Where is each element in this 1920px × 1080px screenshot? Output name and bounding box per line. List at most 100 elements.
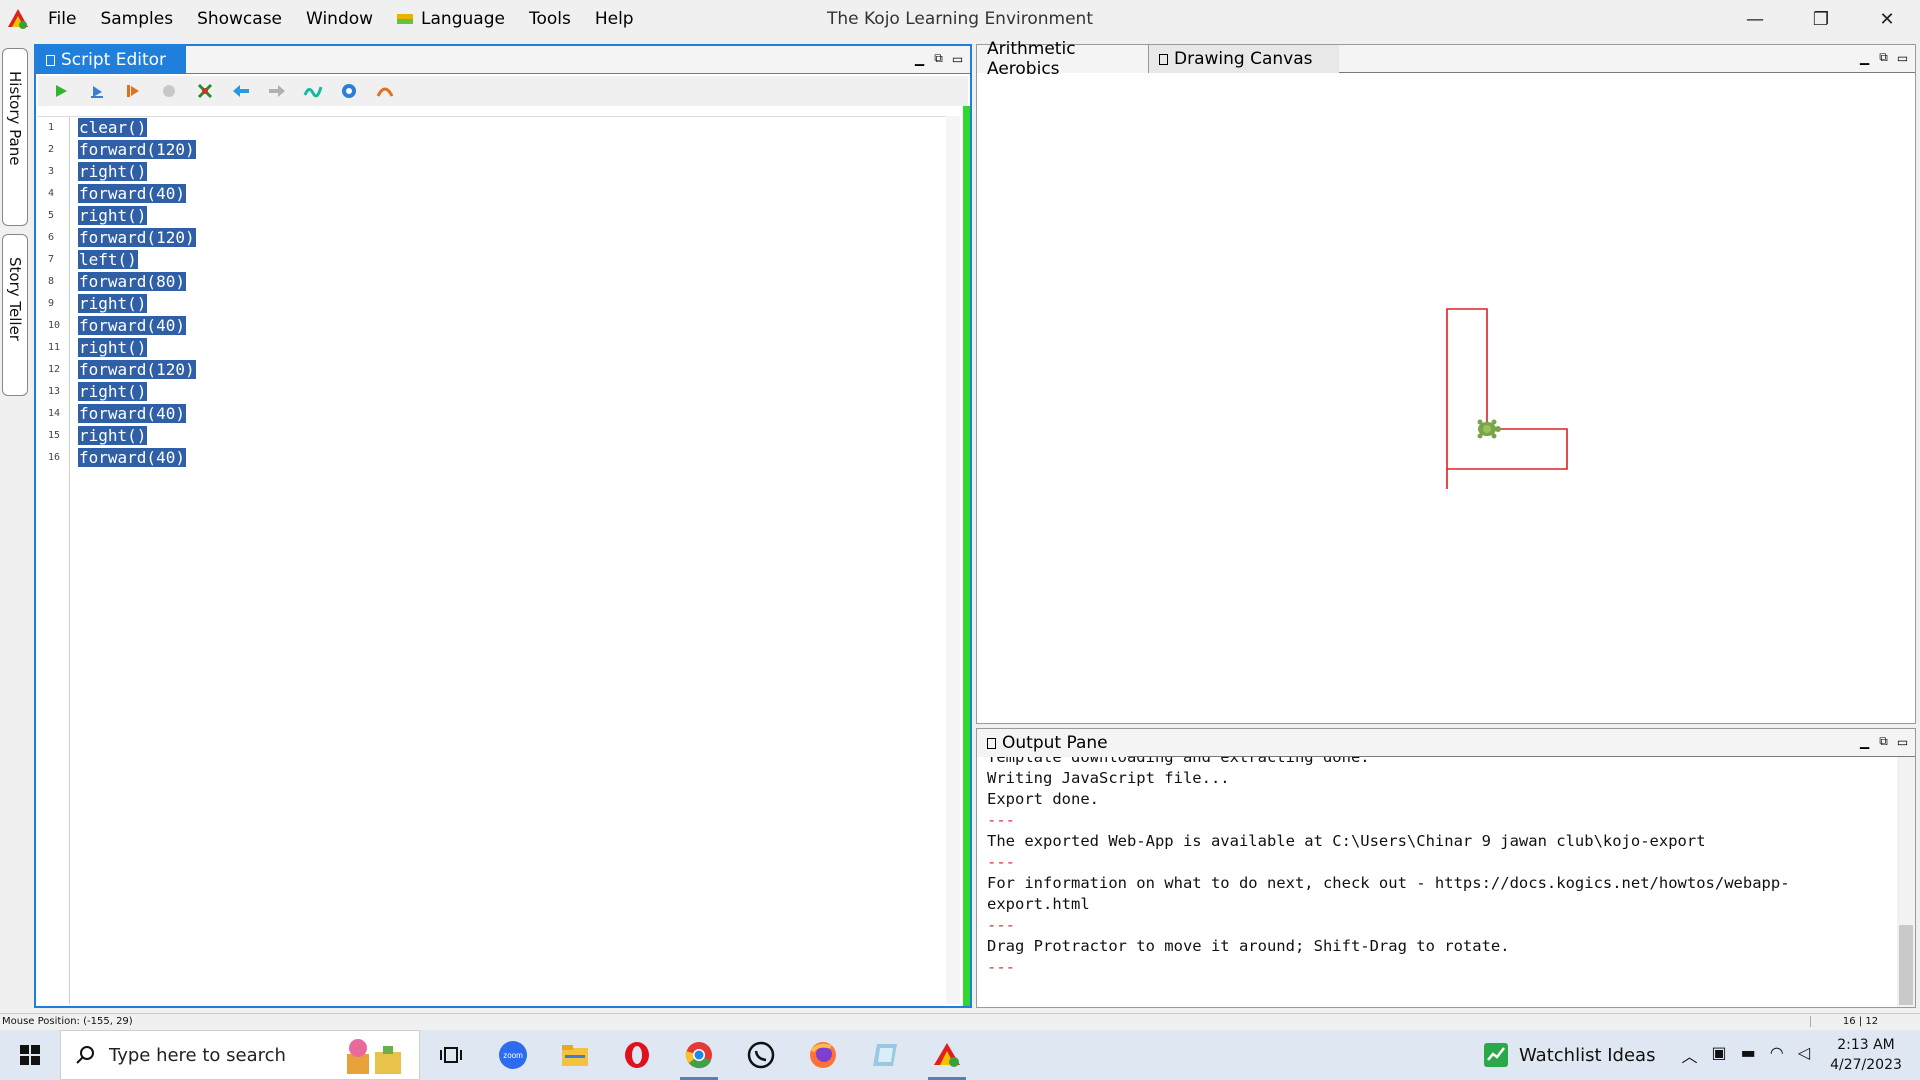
volume-icon[interactable]: ◁ bbox=[1798, 1043, 1810, 1067]
editor-scrollbar[interactable] bbox=[946, 116, 960, 1004]
format-icon[interactable] bbox=[302, 80, 324, 102]
status-bar: Mouse Position: (-155, 29) 16 | 12 bbox=[0, 1013, 1920, 1030]
code-line: left() bbox=[78, 249, 196, 271]
side-tab-story-teller[interactable]: Story Teller bbox=[2, 234, 28, 396]
menu-file[interactable]: File bbox=[36, 0, 88, 38]
chrome-icon[interactable] bbox=[668, 1030, 730, 1080]
menu-bar: File Samples Showcase Window Language To… bbox=[36, 0, 646, 38]
document-icon bbox=[987, 737, 996, 749]
line-number-gutter: 1 2 3 4 5 6 7 8 9 10 11 12 13 14 15 16 bbox=[38, 117, 70, 1004]
code-line-text: forward(40) bbox=[78, 316, 186, 335]
code-line-text: forward(120) bbox=[78, 140, 196, 159]
tray-icons: ︿ ▣ ▬ ◠ ◁ bbox=[1681, 1043, 1810, 1067]
run-worksheet-icon[interactable] bbox=[86, 80, 108, 102]
menu-language[interactable]: Language bbox=[385, 0, 517, 38]
output-line: Drag Protractor to move it around; Shift… bbox=[987, 937, 1510, 955]
output-line: The exported Web-App is available at C:\… bbox=[987, 832, 1706, 850]
line-number: 7 bbox=[48, 254, 55, 265]
panel-float-icon[interactable]: ⧉ bbox=[932, 51, 945, 65]
tab-output-pane[interactable]: Output Pane bbox=[977, 729, 1127, 757]
output-line: For information on what to do next, chec… bbox=[987, 874, 1790, 892]
clear-icon[interactable] bbox=[194, 80, 216, 102]
zoom-icon[interactable]: zoom bbox=[482, 1030, 544, 1080]
close-button[interactable]: ✕ bbox=[1854, 0, 1920, 38]
kojo-icon[interactable] bbox=[374, 80, 396, 102]
panel-float-icon[interactable]: ⧉ bbox=[1877, 50, 1890, 64]
wifi-icon[interactable]: ◠ bbox=[1770, 1043, 1784, 1067]
meet-now-icon[interactable]: ▣ bbox=[1711, 1043, 1726, 1067]
code-line: forward(120) bbox=[78, 227, 196, 249]
side-tab-history[interactable]: History Pane bbox=[2, 48, 28, 226]
tab-script-editor[interactable]: Script Editor bbox=[36, 46, 186, 74]
panel-maximize-icon[interactable]: ▭ bbox=[951, 52, 964, 66]
code-line: right() bbox=[78, 161, 196, 183]
tab-arithmetic-aerobics-label: Arithmetic Aerobics bbox=[987, 39, 1076, 79]
opera-icon[interactable] bbox=[606, 1030, 668, 1080]
whatsapp-icon[interactable] bbox=[730, 1030, 792, 1080]
clock[interactable]: 2:13 AM 4/27/2023 bbox=[1824, 1035, 1908, 1075]
panel-float-icon[interactable]: ⧉ bbox=[1877, 734, 1890, 748]
tab-drawing-canvas-label: Drawing Canvas bbox=[1174, 49, 1313, 69]
chevron-up-icon[interactable]: ︿ bbox=[1681, 1043, 1697, 1067]
help-icon[interactable] bbox=[338, 80, 360, 102]
system-tray: Watchlist Ideas ︿ ▣ ▬ ◠ ◁ 2:13 AM 4/27/2… bbox=[1483, 1030, 1920, 1080]
panel-minimize-icon[interactable]: ▁ bbox=[913, 52, 926, 66]
panel-minimize-icon[interactable]: ▁ bbox=[1858, 51, 1871, 65]
code-line: right() bbox=[78, 205, 196, 227]
minimize-button[interactable]: — bbox=[1722, 0, 1788, 38]
tab-output-pane-label: Output Pane bbox=[1002, 733, 1108, 753]
restore-button[interactable]: ❐ bbox=[1788, 0, 1854, 38]
redo-icon[interactable] bbox=[266, 80, 288, 102]
output-header: Output Pane ▁ ⧉ ▭ bbox=[977, 729, 1915, 757]
code-line: right() bbox=[78, 381, 196, 403]
run-icon[interactable] bbox=[50, 80, 72, 102]
file-explorer-icon[interactable] bbox=[544, 1030, 606, 1080]
panel-minimize-icon[interactable]: ▁ bbox=[1858, 735, 1871, 749]
side-tab-strip: History Pane Story Teller bbox=[0, 44, 30, 1014]
line-number: 8 bbox=[48, 276, 55, 287]
taskbar: Type here to search zoom Watchlist Ideas… bbox=[0, 1030, 1920, 1080]
menu-samples[interactable]: Samples bbox=[88, 0, 185, 38]
menu-window[interactable]: Window bbox=[294, 0, 385, 38]
code-line-text: forward(80) bbox=[78, 272, 186, 291]
kojo-window: File Samples Showcase Window Language To… bbox=[0, 0, 1920, 1080]
code-line-text: right() bbox=[78, 426, 148, 445]
panel-maximize-icon[interactable]: ▭ bbox=[1896, 51, 1909, 65]
document-icon bbox=[46, 54, 55, 66]
taskbar-search[interactable]: Type here to search bbox=[60, 1030, 420, 1080]
kojo-taskbar-icon[interactable] bbox=[916, 1030, 978, 1080]
code-line-text: right() bbox=[78, 206, 148, 225]
stop-icon[interactable] bbox=[158, 80, 180, 102]
code-line-text: forward(40) bbox=[78, 448, 186, 467]
code-line: forward(120) bbox=[78, 139, 196, 161]
tab-arithmetic-aerobics[interactable]: Arithmetic Aerobics bbox=[977, 39, 1149, 79]
search-icon bbox=[76, 1046, 94, 1064]
kojo-logo-icon bbox=[0, 0, 36, 38]
output-text[interactable]: Template downloading and extracting done… bbox=[987, 757, 1893, 1005]
split-divider[interactable] bbox=[963, 106, 970, 1006]
tab-script-editor-label: Script Editor bbox=[61, 50, 167, 70]
line-number: 2 bbox=[48, 144, 55, 155]
battery-icon[interactable]: ▬ bbox=[1741, 1043, 1756, 1067]
notepad-icon[interactable] bbox=[854, 1030, 916, 1080]
code-line-text: left() bbox=[78, 250, 138, 269]
task-view-icon[interactable] bbox=[420, 1030, 482, 1080]
output-scroll-thumb[interactable] bbox=[1899, 925, 1913, 1005]
code-area[interactable]: 1 2 3 4 5 6 7 8 9 10 11 12 13 14 15 16 clear() forward(1… bbox=[38, 116, 960, 1004]
code-lines: clear() forward(120) right() forward(40) rig… bbox=[78, 117, 196, 469]
panel-maximize-icon[interactable]: ▭ bbox=[1896, 735, 1909, 749]
tab-drawing-canvas[interactable]: Drawing Canvas bbox=[1149, 45, 1339, 73]
trace-icon[interactable] bbox=[122, 80, 144, 102]
line-number: 1 bbox=[48, 122, 55, 133]
undo-icon[interactable] bbox=[230, 80, 252, 102]
script-editor-panel: Script Editor ▁ ⧉ ▭ 1 2 3 4 5 6 7 8 9 10 11 12 13 14 1… bbox=[34, 44, 972, 1008]
output-scrollbar[interactable] bbox=[1897, 757, 1915, 1007]
firefox-icon[interactable] bbox=[792, 1030, 854, 1080]
code-line: forward(40) bbox=[78, 447, 196, 469]
menu-showcase[interactable]: Showcase bbox=[185, 0, 294, 38]
widget-watchlist[interactable]: Watchlist Ideas bbox=[1483, 1042, 1655, 1068]
windows-start-icon[interactable] bbox=[0, 1030, 60, 1080]
menu-tools[interactable]: Tools bbox=[517, 0, 583, 38]
drawing-canvas[interactable] bbox=[977, 75, 1915, 723]
menu-help[interactable]: Help bbox=[583, 0, 646, 38]
